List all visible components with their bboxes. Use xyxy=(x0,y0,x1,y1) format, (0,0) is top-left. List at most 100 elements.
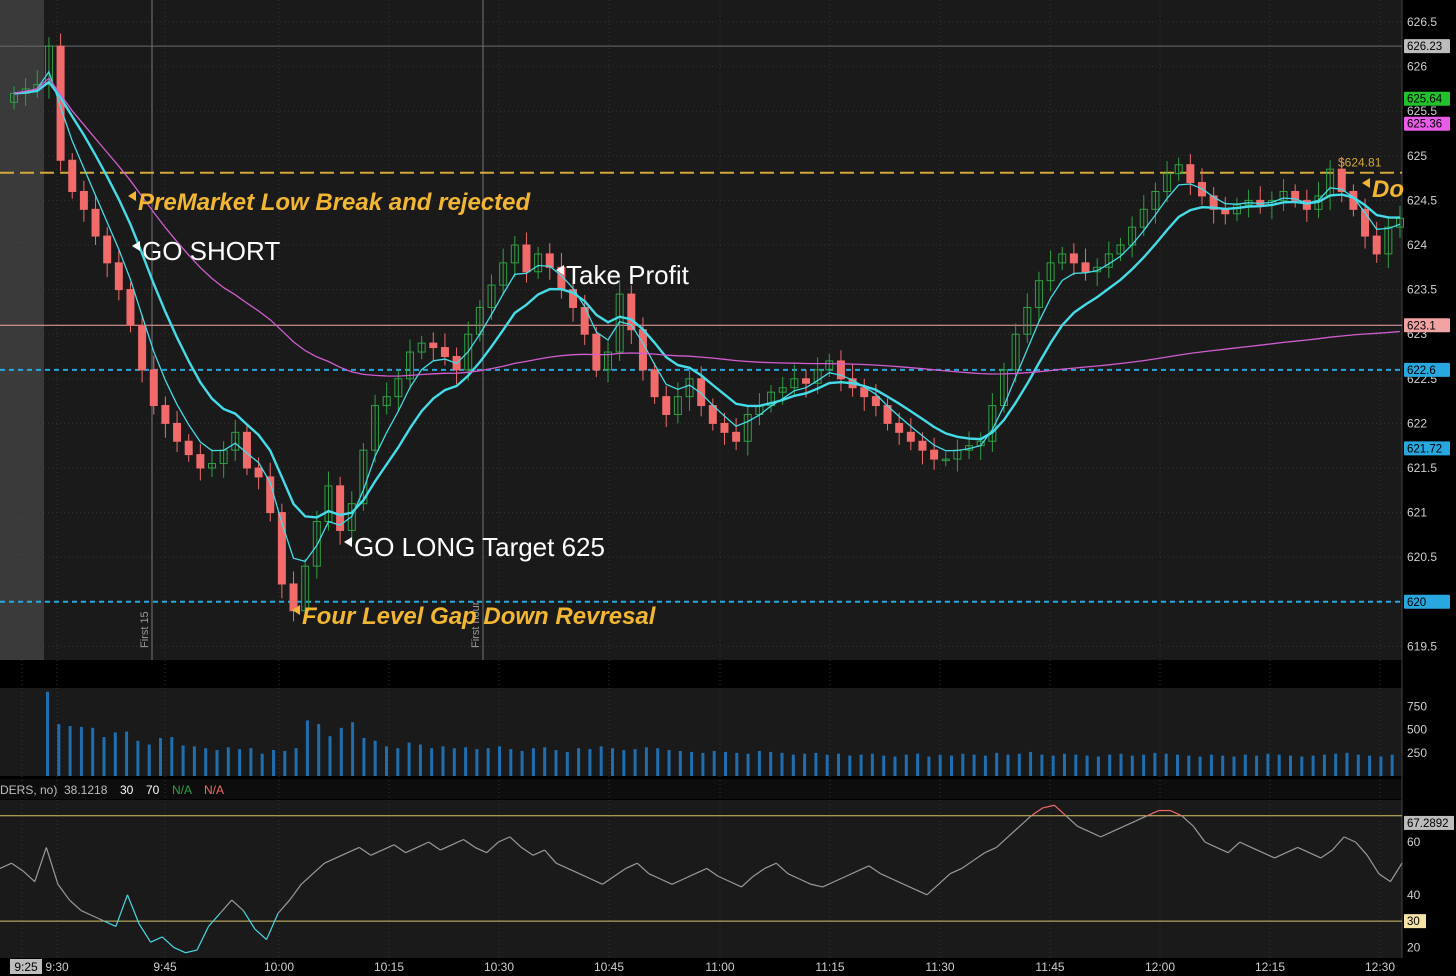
candle-body xyxy=(79,190,88,210)
candle-body xyxy=(662,396,671,415)
candle-body xyxy=(545,253,554,268)
price-tick-label: 622 xyxy=(1407,416,1427,430)
rsi-header-item: 38.1218 xyxy=(64,783,108,797)
volume-bar xyxy=(1074,754,1078,776)
volume-tick-label: 750 xyxy=(1407,700,1427,714)
volume-tick-label: 250 xyxy=(1407,746,1427,760)
volume-bar xyxy=(1334,753,1338,776)
volume-bar xyxy=(362,738,366,776)
volume-bar xyxy=(983,755,987,776)
candle-body xyxy=(906,431,915,442)
volume-bar xyxy=(1187,755,1191,776)
trading-chart[interactable]: First 15 First hour $624.81 626.5626625.5… xyxy=(0,0,1456,976)
candle-body xyxy=(1372,235,1381,255)
volume-bar xyxy=(701,752,705,776)
volume-bar xyxy=(396,748,400,776)
volume-tick-label: 500 xyxy=(1407,723,1427,737)
price-tag-label: 622.6 xyxy=(1407,365,1436,377)
volume-bar xyxy=(328,736,332,776)
annotation-text: PreMarket Low Break and rejected xyxy=(138,189,531,216)
candle-body xyxy=(103,235,112,264)
volume-bar xyxy=(577,748,581,776)
candle-body xyxy=(254,467,263,478)
volume-bar xyxy=(1232,756,1236,776)
volume-bar xyxy=(1119,753,1123,776)
volume-bar xyxy=(238,749,242,776)
volume-bar xyxy=(1130,755,1134,776)
price-panel-bg xyxy=(0,0,1402,660)
volume-bar xyxy=(531,748,535,776)
volume-bar xyxy=(712,750,716,776)
price-tick-label: 621 xyxy=(1407,506,1427,520)
volume-bar xyxy=(814,752,818,776)
candle-body xyxy=(429,342,438,349)
time-tick-label: 11:00 xyxy=(705,960,734,974)
rsi-tag-label: 30 xyxy=(1407,916,1420,928)
volume-bar xyxy=(927,756,931,776)
candle-body xyxy=(138,324,147,371)
volume-bar xyxy=(520,750,524,776)
candle-body xyxy=(1186,164,1195,184)
price-tick-label: 620.5 xyxy=(1407,550,1437,564)
volume-bar xyxy=(181,745,185,776)
volume-bar xyxy=(294,748,298,776)
volume-bar xyxy=(385,746,388,776)
time-tick-label: 11:30 xyxy=(925,960,954,974)
candle-body xyxy=(650,369,659,398)
candle-body xyxy=(91,208,100,237)
volume-bar xyxy=(724,751,727,776)
time-tick-label: 12:00 xyxy=(1145,960,1175,974)
time-tick-label: 10:30 xyxy=(484,960,514,974)
time-tick-label: 9:25 xyxy=(14,960,38,974)
volume-bar xyxy=(791,754,795,776)
rsi-header-item: 70 xyxy=(146,783,160,797)
volume-bar xyxy=(509,749,513,776)
annotation-text: GO LONG Target 625 xyxy=(354,532,605,562)
volume-bar xyxy=(407,742,411,776)
rsi-header-item: N/A xyxy=(172,783,192,797)
volume-bar xyxy=(91,727,95,776)
price-tick-label: 623.5 xyxy=(1407,283,1437,297)
volume-bar xyxy=(1221,755,1225,776)
volume-bar xyxy=(1356,754,1360,776)
volume-bar xyxy=(825,754,829,776)
volume-bar xyxy=(1289,755,1292,776)
volume-bar xyxy=(272,750,275,776)
volume-bar xyxy=(848,755,852,776)
volume-bar xyxy=(837,753,840,776)
volume-bar xyxy=(622,750,626,776)
volume-bar xyxy=(1266,753,1270,776)
price-tag-label: 625.64 xyxy=(1407,94,1443,106)
candle-body xyxy=(161,405,170,424)
volume-bar xyxy=(351,722,355,776)
annotation-text: Do xyxy=(1372,176,1404,203)
volume-bar xyxy=(147,744,151,776)
volume-bar xyxy=(113,732,117,776)
candle-body xyxy=(895,422,904,433)
volume-bar xyxy=(1029,751,1033,776)
candle-body xyxy=(732,431,741,442)
volume-bar xyxy=(283,750,287,776)
volume-bar xyxy=(125,731,129,776)
candle-body xyxy=(173,422,182,442)
volume-bar xyxy=(339,727,343,776)
volume-bar xyxy=(565,751,569,776)
candle-body xyxy=(114,262,123,291)
candle-body xyxy=(196,454,205,469)
volume-bar xyxy=(418,744,422,776)
volume-bar xyxy=(859,754,863,776)
volume-bar xyxy=(1345,752,1349,776)
volume-bar xyxy=(441,746,445,776)
candle-body xyxy=(126,289,135,326)
volume-bar xyxy=(498,746,501,776)
volume-bar xyxy=(1040,754,1044,776)
rsi-header-item: N/A xyxy=(204,783,224,797)
volume-bar xyxy=(46,691,49,776)
time-tick-label: 12:15 xyxy=(1255,960,1285,974)
volume-bar xyxy=(1142,754,1146,776)
volume-bar xyxy=(159,738,162,776)
volume-bar xyxy=(1164,753,1168,776)
volume-bar xyxy=(1300,756,1304,776)
price-tick-label: 625.5 xyxy=(1407,104,1437,118)
volume-bar xyxy=(1063,753,1066,776)
